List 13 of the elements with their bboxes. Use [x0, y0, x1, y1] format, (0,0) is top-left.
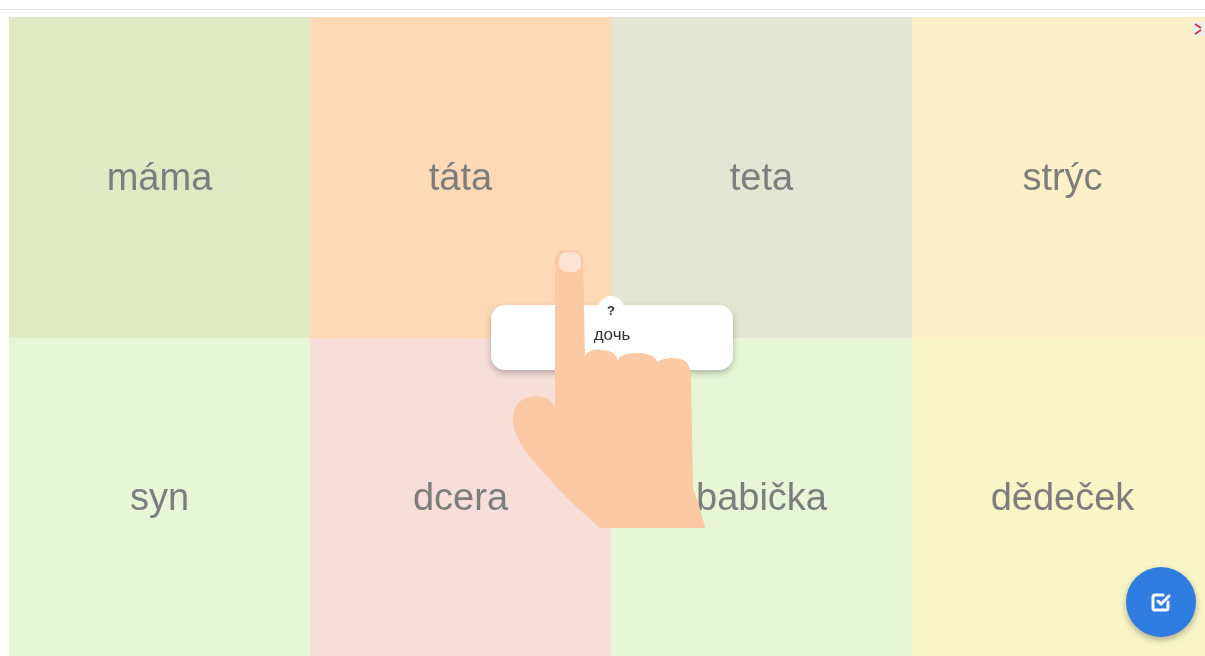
word-tile[interactable]: strýc	[912, 17, 1205, 338]
word-tile[interactable]: dědeček	[912, 338, 1205, 656]
tile-word: syn	[129, 475, 190, 519]
tile-word: máma	[106, 156, 213, 199]
word-tile[interactable]: máma	[9, 17, 310, 338]
tile-word: dcera	[412, 475, 509, 519]
word-tile[interactable]: syn	[9, 338, 310, 656]
tile-word: strýc	[1022, 156, 1103, 199]
tile-word: babička	[696, 475, 827, 519]
tile-word: táta	[428, 156, 493, 199]
hint-tooltip[interactable]: ?	[598, 296, 624, 318]
tile-word: teta	[729, 156, 794, 199]
tile-word: dědeček	[990, 475, 1135, 519]
